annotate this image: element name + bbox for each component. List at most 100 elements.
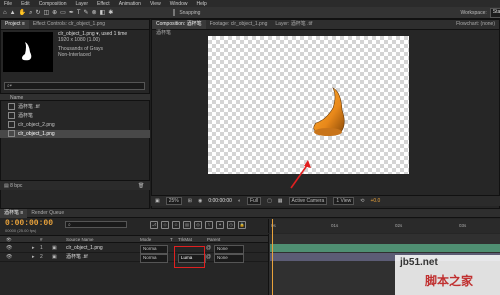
- current-time-indicator[interactable]: [272, 219, 273, 295]
- frame-blending-icon[interactable]: ▤: [183, 221, 191, 229]
- menu-effect[interactable]: Effect: [97, 1, 110, 7]
- layer-mode-select[interactable]: Norma: [140, 254, 168, 263]
- time-ruler[interactable]: 0s 01s 02s 03s: [268, 219, 500, 233]
- layer-name[interactable]: clr_object_1.png: [66, 244, 103, 253]
- resolution-select[interactable]: Full: [247, 197, 262, 205]
- tab-layer[interactable]: Layer: 酒杯笔 .tif: [271, 20, 316, 29]
- menu-edit[interactable]: Edit: [21, 1, 30, 7]
- rotate-tool-icon[interactable]: ↻: [35, 9, 40, 17]
- pan-behind-tool-icon[interactable]: ⊕: [52, 9, 57, 17]
- glass-object-base: [314, 128, 342, 136]
- menu-bar: File Edit Composition Layer Effect Anima…: [0, 0, 500, 7]
- tab-footage[interactable]: Footage: clr_object_1.png: [206, 20, 272, 29]
- project-column-header[interactable]: Name: [0, 93, 150, 101]
- safe-zones-icon[interactable]: ⊞: [188, 198, 192, 204]
- comp-mini-flowchart-icon[interactable]: ⎇: [150, 221, 158, 229]
- project-item[interactable]: clr_object_2.png: [0, 121, 150, 129]
- rectangle-tool-icon[interactable]: ▭: [60, 9, 66, 17]
- menu-file[interactable]: File: [4, 1, 12, 7]
- flowchart-label: Flowchart: (none): [456, 21, 495, 27]
- camera-tool-icon[interactable]: ◫: [43, 9, 49, 17]
- search-icon: ⌕▾: [7, 83, 12, 89]
- watermark-site-name: 脚本之家: [425, 274, 474, 288]
- transparency-grid-icon[interactable]: ▦: [278, 198, 283, 204]
- clone-tool-icon[interactable]: ⊗: [92, 9, 97, 17]
- channel-icon[interactable]: ◐: [238, 198, 241, 204]
- col-parent[interactable]: Parent: [207, 236, 220, 244]
- timeline-tab-bar: 酒杯笔 ≡ Render Queue: [0, 208, 500, 218]
- zoom-select[interactable]: 25%: [165, 197, 182, 205]
- project-item[interactable]: 酒杯笔: [0, 112, 150, 120]
- col-number: #: [40, 237, 43, 242]
- menu-composition[interactable]: Composition: [39, 1, 67, 7]
- layer-row[interactable]: 👁 ▸ 2 ▣ 酒杯笔 .tif Norma Luma @ None: [0, 253, 268, 263]
- menu-window[interactable]: Window: [170, 1, 188, 7]
- pen-tool-icon[interactable]: ✒: [69, 9, 74, 17]
- draft-3d-icon[interactable]: ◇: [161, 221, 169, 229]
- project-item[interactable]: 酒杯笔 .tif: [0, 103, 150, 111]
- brainstorm-icon[interactable]: ✦: [216, 221, 224, 229]
- comp-timecode[interactable]: 0:00:00:00: [208, 198, 232, 204]
- snapping-checkbox[interactable]: [173, 9, 176, 16]
- exposure-value[interactable]: +0.0: [370, 198, 380, 204]
- col-t: T: [170, 237, 173, 242]
- layer-expand-icon[interactable]: ▸: [32, 244, 35, 253]
- menu-animation[interactable]: Animation: [119, 1, 141, 7]
- project-item-selected[interactable]: clr_object_1.png: [0, 130, 150, 138]
- image-file-icon: [8, 103, 15, 111]
- image-file-icon: [8, 121, 15, 129]
- always-preview-icon[interactable]: ▣: [155, 198, 160, 204]
- layer-parent-select[interactable]: None: [214, 254, 244, 263]
- tab-project[interactable]: Project ≡: [1, 20, 29, 29]
- timeline-search-input[interactable]: ⌕: [65, 221, 127, 228]
- camera-snapshot-icon[interactable]: ◉: [198, 198, 202, 204]
- workspace-select[interactable]: Standard: [489, 7, 500, 18]
- trash-icon[interactable]: 🗑: [138, 181, 144, 191]
- live-update-icon[interactable]: ◷: [227, 221, 235, 229]
- motion-blur-icon[interactable]: ◎: [194, 221, 202, 229]
- visibility-icon[interactable]: 👁: [6, 244, 12, 253]
- visibility-icon[interactable]: 👁: [6, 253, 12, 262]
- tab-render-queue[interactable]: Render Queue: [27, 209, 68, 218]
- project-search-input[interactable]: ⌕▾: [4, 82, 145, 90]
- camera-select[interactable]: Active Camera: [288, 197, 328, 205]
- snapping-label: Snapping: [179, 9, 201, 16]
- menu-layer[interactable]: Layer: [75, 1, 88, 7]
- view-layout-select[interactable]: 1 View: [333, 197, 355, 205]
- text-tool-icon[interactable]: T: [77, 9, 81, 17]
- shy-layers-icon[interactable]: ☺: [172, 221, 180, 229]
- tab-composition[interactable]: Composition: 酒杯笔: [152, 20, 206, 29]
- graph-editor-icon[interactable]: ⌇: [205, 221, 213, 229]
- layer-name[interactable]: 酒杯笔 .tif: [66, 253, 88, 262]
- layer-duration-bar[interactable]: [270, 244, 500, 252]
- timeline-timecode[interactable]: 0:00:00:00: [5, 219, 53, 228]
- brush-tool-icon[interactable]: ✎: [84, 9, 89, 17]
- selection-tool-icon[interactable]: ▲: [10, 9, 16, 17]
- menu-help[interactable]: Help: [196, 1, 206, 7]
- project-item-label: 酒杯笔 .tif: [18, 104, 40, 110]
- layer-expand-icon[interactable]: ▸: [32, 253, 35, 262]
- col-source-name[interactable]: Source Name: [66, 236, 94, 244]
- ruler-tick: 02s: [395, 223, 403, 228]
- region-of-interest-icon[interactable]: ▢: [267, 198, 272, 204]
- menu-view[interactable]: View: [150, 1, 161, 7]
- tab-timeline-comp[interactable]: 酒杯笔 ≡: [0, 208, 28, 218]
- parent-pickwhip-icon[interactable]: @: [206, 253, 211, 262]
- tab-effect-controls[interactable]: Effect Controls: clr_object_1.png: [29, 20, 109, 29]
- parent-pickwhip-icon[interactable]: @: [206, 244, 211, 253]
- annotation-arrow: [290, 163, 309, 189]
- lock-icon[interactable]: 🔒: [238, 221, 246, 229]
- project-item-label: clr_object_2.png: [18, 122, 55, 128]
- eraser-tool-icon[interactable]: ◧: [100, 9, 106, 17]
- puppet-tool-icon[interactable]: ✱: [108, 9, 113, 17]
- bpc-button[interactable]: 8 bpc: [10, 183, 22, 189]
- layer-row[interactable]: 👁 ▸ 1 ▣ clr_object_1.png Norma @ None: [0, 244, 268, 254]
- col-trkmat[interactable]: TrkMat: [178, 236, 192, 244]
- zoom-tool-icon[interactable]: ⌕: [29, 9, 32, 17]
- reset-exposure-icon[interactable]: ⟲: [360, 198, 364, 204]
- home-icon[interactable]: ⌂: [3, 9, 7, 17]
- comp-viewer-bar: ▣ 25% ⊞ ◉ 0:00:00:00 ◐ Full ▢ ▦ Active C…: [151, 195, 500, 206]
- hand-tool-icon[interactable]: ✋: [19, 9, 26, 17]
- col-mode[interactable]: Mode: [140, 236, 151, 244]
- annotation-highlight-box: [174, 246, 205, 268]
